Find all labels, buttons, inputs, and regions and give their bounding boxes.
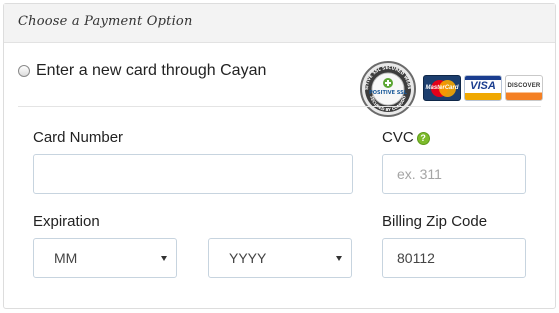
chevron-down-icon	[161, 256, 167, 261]
ssl-seal-icon: POSITIVE SSL SECURED WEBSITE SECURED BY …	[359, 60, 416, 117]
panel-header: Choose a Payment Option	[4, 4, 555, 43]
chevron-down-icon	[336, 256, 342, 261]
cvc-input[interactable]	[382, 154, 526, 194]
payment-option-row[interactable]: Enter a new card through Cayan	[18, 62, 266, 80]
payment-option-radio[interactable]	[18, 65, 30, 77]
discover-logo-icon: DISCOVER	[505, 75, 543, 101]
card-number-input[interactable]	[33, 154, 353, 194]
mastercard-logo-icon: MasterCard	[423, 75, 461, 101]
expiration-year-value: YYYY	[229, 250, 267, 266]
question-icon[interactable]: ?	[416, 132, 430, 145]
expiration-month-value: MM	[54, 250, 78, 266]
payment-panel: Choose a Payment Option Enter a new card…	[3, 3, 556, 309]
section-divider	[18, 106, 541, 107]
expiration-month-select[interactable]: MM	[33, 238, 177, 278]
card-number-label: Card Number	[33, 129, 124, 146]
security-badges: POSITIVE SSL SECURED WEBSITE SECURED BY …	[359, 60, 549, 118]
cvc-label-text: CVC	[382, 129, 414, 146]
panel-title: Choose a Payment Option	[18, 14, 193, 29]
cvc-label: CVC?	[382, 129, 430, 146]
expiration-label: Expiration	[33, 213, 100, 230]
expiration-year-select[interactable]: YYYY	[208, 238, 352, 278]
svg-text:POSITIVE SSL: POSITIVE SSL	[369, 90, 408, 96]
billing-zip-label: Billing Zip Code	[382, 213, 488, 230]
visa-logo-icon: VISA	[464, 75, 502, 101]
payment-option-label[interactable]: Enter a new card through Cayan	[36, 62, 266, 80]
billing-zip-input[interactable]	[382, 238, 526, 278]
